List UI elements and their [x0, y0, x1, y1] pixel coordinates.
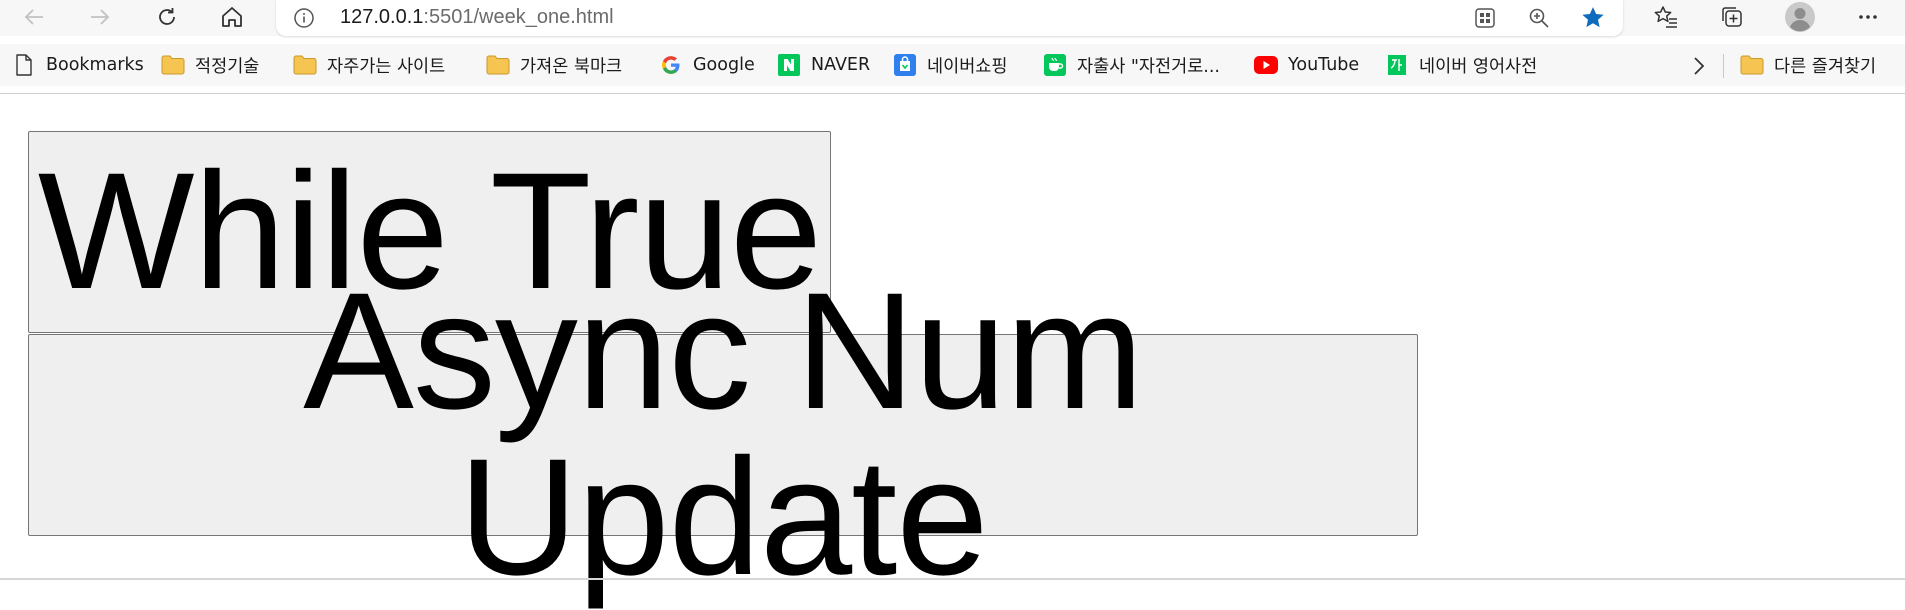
browser-toolbar: 127.0.0.1:5501/week_one.html: [0, 0, 1905, 36]
more-dots-icon: [1859, 15, 1877, 19]
bookmark-label: 네이버쇼핑: [927, 56, 1008, 77]
folder-icon: [161, 53, 185, 77]
page-icon: [12, 53, 36, 77]
bookmark-label: Google: [693, 55, 755, 75]
folder-icon: [293, 53, 317, 77]
bookmark-naver[interactable]: NAVER: [777, 44, 870, 86]
favorites-list-icon: [1654, 6, 1677, 28]
address-bar[interactable]: 127.0.0.1:5501/week_one.html: [276, 0, 1623, 36]
bookmark-label: YouTube: [1288, 55, 1360, 75]
url-host: 127.0.0.1: [340, 6, 424, 28]
bookmark-folder-3[interactable]: 가져온 북마크: [486, 44, 622, 86]
favorites-button[interactable]: [1646, 0, 1686, 34]
info-icon[interactable]: [292, 6, 316, 30]
collections-button[interactable]: [1712, 0, 1752, 34]
reload-button[interactable]: [147, 0, 187, 34]
forward-button[interactable]: [80, 0, 120, 34]
folder-icon: [486, 53, 510, 77]
apps-icon[interactable]: [1471, 4, 1499, 32]
folder-icon: [1740, 53, 1764, 77]
collections-icon: [1722, 7, 1742, 27]
bookmark-label: 자출사 "자전거로...: [1077, 56, 1220, 77]
url-path: :5501/week_one.html: [423, 6, 614, 28]
back-button[interactable]: [14, 0, 54, 34]
toolbar-divider: [0, 93, 1905, 94]
cafe-icon: [1043, 53, 1067, 77]
bookmark-label: 네이버 영어사전: [1419, 56, 1538, 77]
bookmark-bookmarks[interactable]: Bookmarks: [12, 44, 144, 86]
arrow-left-icon: [24, 9, 43, 25]
naver-dict-icon: [1385, 53, 1409, 77]
avatar-icon: [1785, 2, 1815, 32]
naver-icon: [777, 53, 801, 77]
zoom-icon[interactable]: [1525, 4, 1553, 32]
bookmark-other-folder[interactable]: 다른 즐겨찾기: [1740, 44, 1876, 86]
favorite-star-icon[interactable]: [1579, 4, 1607, 32]
bookmark-folder-2[interactable]: 자주가는 사이트: [293, 44, 445, 86]
bookmark-folder-1[interactable]: 적정기술: [161, 44, 259, 86]
bookmark-naver-dict[interactable]: 네이버 영어사전: [1385, 44, 1537, 86]
naver-shopping-icon: [893, 53, 917, 77]
bookmark-cafe[interactable]: 자출사 "자전거로...: [1043, 44, 1220, 86]
bookmark-google[interactable]: Google: [659, 44, 755, 86]
arrow-right-icon: [91, 9, 110, 25]
bookmark-youtube[interactable]: YouTube: [1254, 44, 1359, 86]
bookmark-label: 다른 즐겨찾기: [1774, 56, 1877, 77]
bookmark-naver-shopping[interactable]: 네이버쇼핑: [893, 44, 1008, 86]
refresh-icon: [159, 8, 175, 25]
bookmark-label: Bookmarks: [46, 55, 144, 75]
home-button[interactable]: [212, 0, 252, 34]
bookmark-label: 가져온 북마크: [520, 56, 623, 77]
url-text[interactable]: 127.0.0.1:5501/week_one.html: [340, 0, 614, 34]
bookmarks-divider: [1723, 54, 1724, 78]
bookmark-label: 자주가는 사이트: [327, 56, 446, 77]
more-button[interactable]: [1848, 0, 1888, 34]
youtube-icon: [1254, 53, 1278, 77]
async-num-update-button[interactable]: Async Num Update: [28, 269, 1418, 601]
google-icon: [659, 53, 683, 77]
bookmark-label: 적정기술: [195, 56, 260, 77]
bookmarks-bar: Bookmarks 적정기술 자주가는 사이트 가져온 북마크 Google N…: [0, 44, 1905, 86]
bookmark-label: NAVER: [811, 55, 871, 75]
home-icon: [222, 7, 242, 27]
profile-button[interactable]: [1780, 0, 1820, 34]
chevron-right-icon[interactable]: [1688, 54, 1710, 78]
